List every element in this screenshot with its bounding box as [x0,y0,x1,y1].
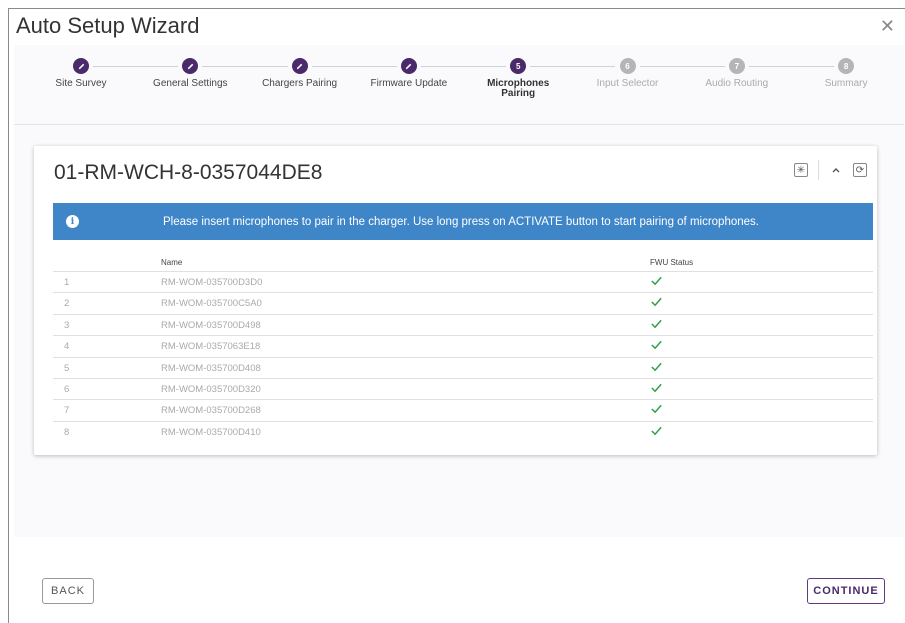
row-index: 7 [64,405,70,417]
step-label: Input Selector [596,78,659,89]
card-toolbar: ✳ ⟳ [792,160,869,180]
table-row[interactable]: 5 RM-WOM-035700D408 [53,356,873,378]
table-row[interactable]: 3 RM-WOM-035700D498 [53,313,873,335]
table-row[interactable]: 7 RM-WOM-035700D268 [53,399,873,420]
refresh-icon-box: ⟳ [853,163,867,177]
info-banner: i Please insert microphones to pair in t… [53,203,873,240]
step-number: 8 [838,58,855,74]
row-index: 6 [64,383,70,395]
refresh-icon[interactable]: ⟳ [851,161,869,179]
check-icon [650,381,663,397]
step-label: Summary [824,78,868,89]
microphone-name: RM-WOM-035700D268 [161,405,261,417]
continue-button[interactable]: CONTINUE [807,578,885,604]
chevron-up-icon[interactable] [827,161,845,179]
check-icon [650,360,663,376]
microphone-name: RM-WOM-035700C5A0 [161,298,262,310]
sun-icon[interactable]: ✳ [792,161,810,179]
row-index: 8 [64,426,70,438]
step-4[interactable]: Firmware Update [359,58,459,89]
close-icon[interactable]: ✕ [880,16,895,37]
microphone-name: RM-WOM-035700D410 [161,426,261,438]
step-label: General Settings [153,78,228,89]
microphone-name: RM-WOM-0357063E18 [161,341,261,353]
row-index: 1 [64,277,70,288]
info-banner-text: Please insert microphones to pair in the… [163,215,759,228]
check-icon [650,424,663,440]
toolbar-divider [818,160,819,180]
table-row[interactable]: 6 RM-WOM-035700D320 [53,377,873,399]
wizard-title: Auto Setup Wizard [16,13,200,38]
pencil-icon [291,58,308,74]
check-icon [650,317,663,333]
charger-name: 01-RM-WCH-8-0357044DE8 [54,161,323,184]
table-row[interactable]: 1 RM-WOM-035700D3D0 [53,271,873,292]
row-index: 5 [64,362,70,374]
check-icon [650,274,663,290]
table-row[interactable]: 8 RM-WOM-035700D410 [53,420,873,442]
step-label: Site Survey [55,78,107,89]
column-header-fwu-status: FWU Status [650,258,694,267]
microphone-name: RM-WOM-035700D3D0 [161,277,263,288]
step-label: Chargers Pairing [262,78,338,89]
step-label: Audio Routing [705,78,769,89]
info-icon: i [66,215,79,228]
table-row[interactable]: 2 RM-WOM-035700C5A0 [53,292,873,313]
table-header: Name FWU Status [53,254,873,271]
pencil-icon [400,58,417,74]
step-2[interactable]: General Settings [140,58,240,89]
wizard-stepper: Site Survey General Settings Chargers Pair… [14,45,904,125]
microphone-name: RM-WOM-035700D320 [161,383,261,395]
pencil-icon [73,58,89,74]
column-header-name: Name [161,258,183,267]
step-5[interactable]: 5 Microphones Pairing [468,58,568,99]
microphone-name: RM-WOM-035700D498 [161,319,261,331]
back-button[interactable]: BACK [42,578,94,604]
charger-card: 01-RM-WCH-8-0357044DE8 ✳ ⟳ i Please inse… [34,146,877,455]
check-icon [650,338,663,354]
step-number: 6 [619,58,636,74]
sun-icon-box: ✳ [794,163,808,177]
step-8[interactable]: 8 Summary [796,58,896,89]
microphones-table: Name FWU Status 1 RM-WOM-035700D3D0 2 RM-WO… [53,254,873,442]
step-number: 5 [510,58,527,74]
step-number: 7 [728,58,745,74]
microphone-name: RM-WOM-035700D408 [161,362,261,374]
check-icon [650,295,663,311]
row-index: 4 [64,341,70,353]
step-label: Firmware Update [370,78,448,89]
step-1[interactable]: Site Survey [31,58,131,89]
step-7[interactable]: 7 Audio Routing [687,58,787,89]
step-6[interactable]: 6 Input Selector [578,58,678,89]
table-row[interactable]: 4 RM-WOM-0357063E18 [53,335,873,356]
pencil-icon [182,58,199,74]
step-label: Microphones Pairing [487,78,550,99]
row-index: 3 [64,319,70,331]
step-3[interactable]: Chargers Pairing [250,58,350,89]
row-index: 2 [64,298,70,310]
check-icon [650,402,663,418]
